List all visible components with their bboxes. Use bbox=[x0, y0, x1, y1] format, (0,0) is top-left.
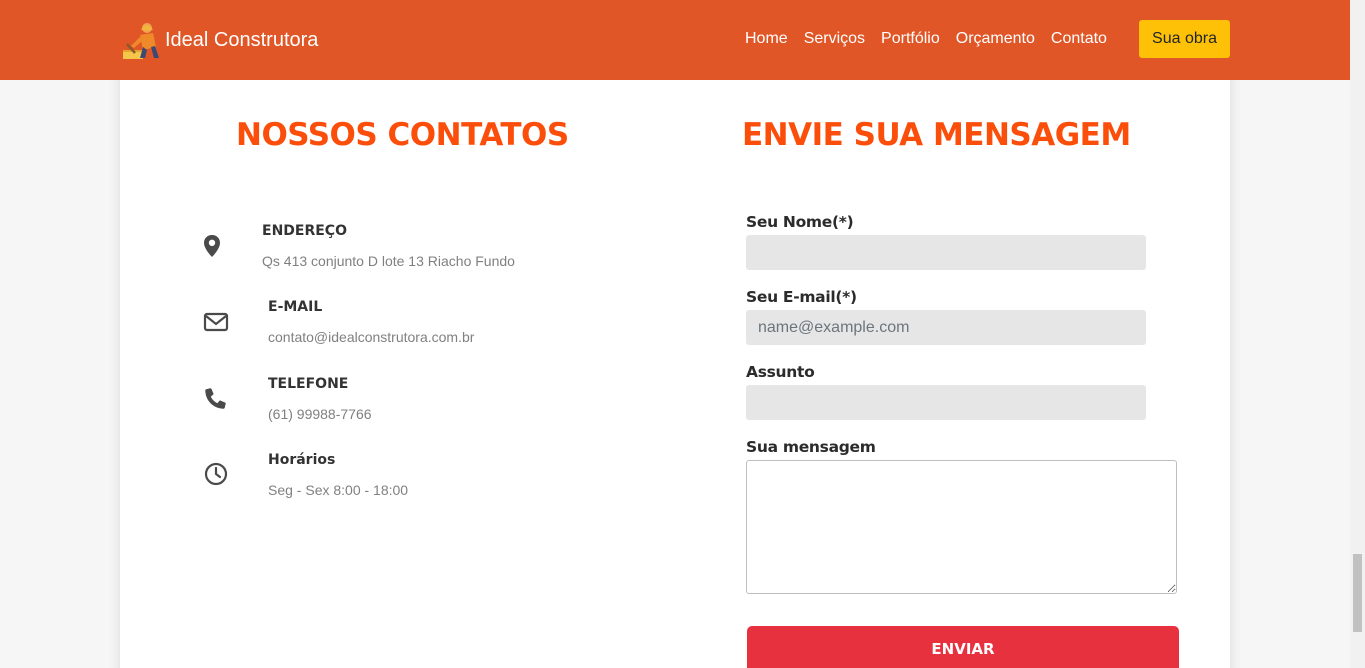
subject-input[interactable] bbox=[746, 385, 1146, 420]
contact-heading: Horários bbox=[268, 452, 336, 468]
nav-link-contato[interactable]: Contato bbox=[1051, 30, 1107, 48]
email-label: Seu E-mail(*) bbox=[746, 288, 857, 306]
subject-label: Assunto bbox=[746, 363, 815, 381]
nav-links: Home Serviços Portfólio Orçamento Contat… bbox=[745, 30, 1123, 48]
message-textarea[interactable] bbox=[746, 460, 1177, 594]
navbar: Ideal Construtora Home Serviços Portfóli… bbox=[0, 0, 1350, 80]
map-marker-icon bbox=[200, 232, 228, 260]
contact-heading: TELEFONE bbox=[268, 376, 349, 392]
contact-text: contato@idealconstrutora.com.br bbox=[268, 329, 475, 345]
brand-name: Ideal Construtora bbox=[165, 28, 319, 51]
name-label: Seu Nome(*) bbox=[746, 213, 854, 231]
envelope-icon bbox=[202, 308, 230, 336]
email-input[interactable] bbox=[746, 310, 1146, 345]
sua-obra-button[interactable]: Sua obra bbox=[1139, 20, 1230, 58]
scrollbar-thumb[interactable] bbox=[1353, 554, 1362, 632]
contact-text: Seg - Sex 8:00 - 18:00 bbox=[268, 482, 409, 498]
name-input[interactable] bbox=[746, 235, 1146, 270]
message-label: Sua mensagem bbox=[746, 438, 876, 456]
submit-button[interactable]: ENVIAR bbox=[747, 626, 1179, 668]
contact-item-phone: TELEFONE (61) 99988-7766 bbox=[200, 375, 660, 435]
page-scrollbar[interactable] bbox=[1350, 0, 1365, 668]
contact-text: Qs 413 conjunto D lote 13 Riacho Fundo bbox=[262, 253, 515, 269]
contact-item-hours: Horários Seg - Sex 8:00 - 18:00 bbox=[200, 451, 660, 511]
contacts-title: NOSSOS CONTATOS bbox=[236, 117, 569, 153]
contact-item-email: E-MAIL contato@idealconstrutora.com.br bbox=[200, 298, 660, 358]
nav-link-orcamento[interactable]: Orçamento bbox=[956, 30, 1035, 48]
contact-text: (61) 99988-7766 bbox=[268, 406, 372, 422]
nav-link-portfolio[interactable]: Portfólio bbox=[881, 30, 940, 48]
brand-link[interactable]: Ideal Construtora bbox=[121, 20, 318, 60]
contact-heading: E-MAIL bbox=[268, 299, 323, 315]
clock-icon bbox=[202, 460, 230, 488]
construction-worker-icon bbox=[123, 23, 159, 59]
contact-item-address: ENDEREÇO Qs 413 conjunto D lote 13 Riach… bbox=[200, 222, 660, 282]
nav-link-servicos[interactable]: Serviços bbox=[804, 30, 865, 48]
nav-link-home[interactable]: Home bbox=[745, 30, 788, 48]
phone-icon bbox=[202, 384, 230, 412]
form-title: ENVIE SUA MENSAGEM bbox=[742, 117, 1131, 153]
contact-heading: ENDEREÇO bbox=[262, 223, 347, 239]
